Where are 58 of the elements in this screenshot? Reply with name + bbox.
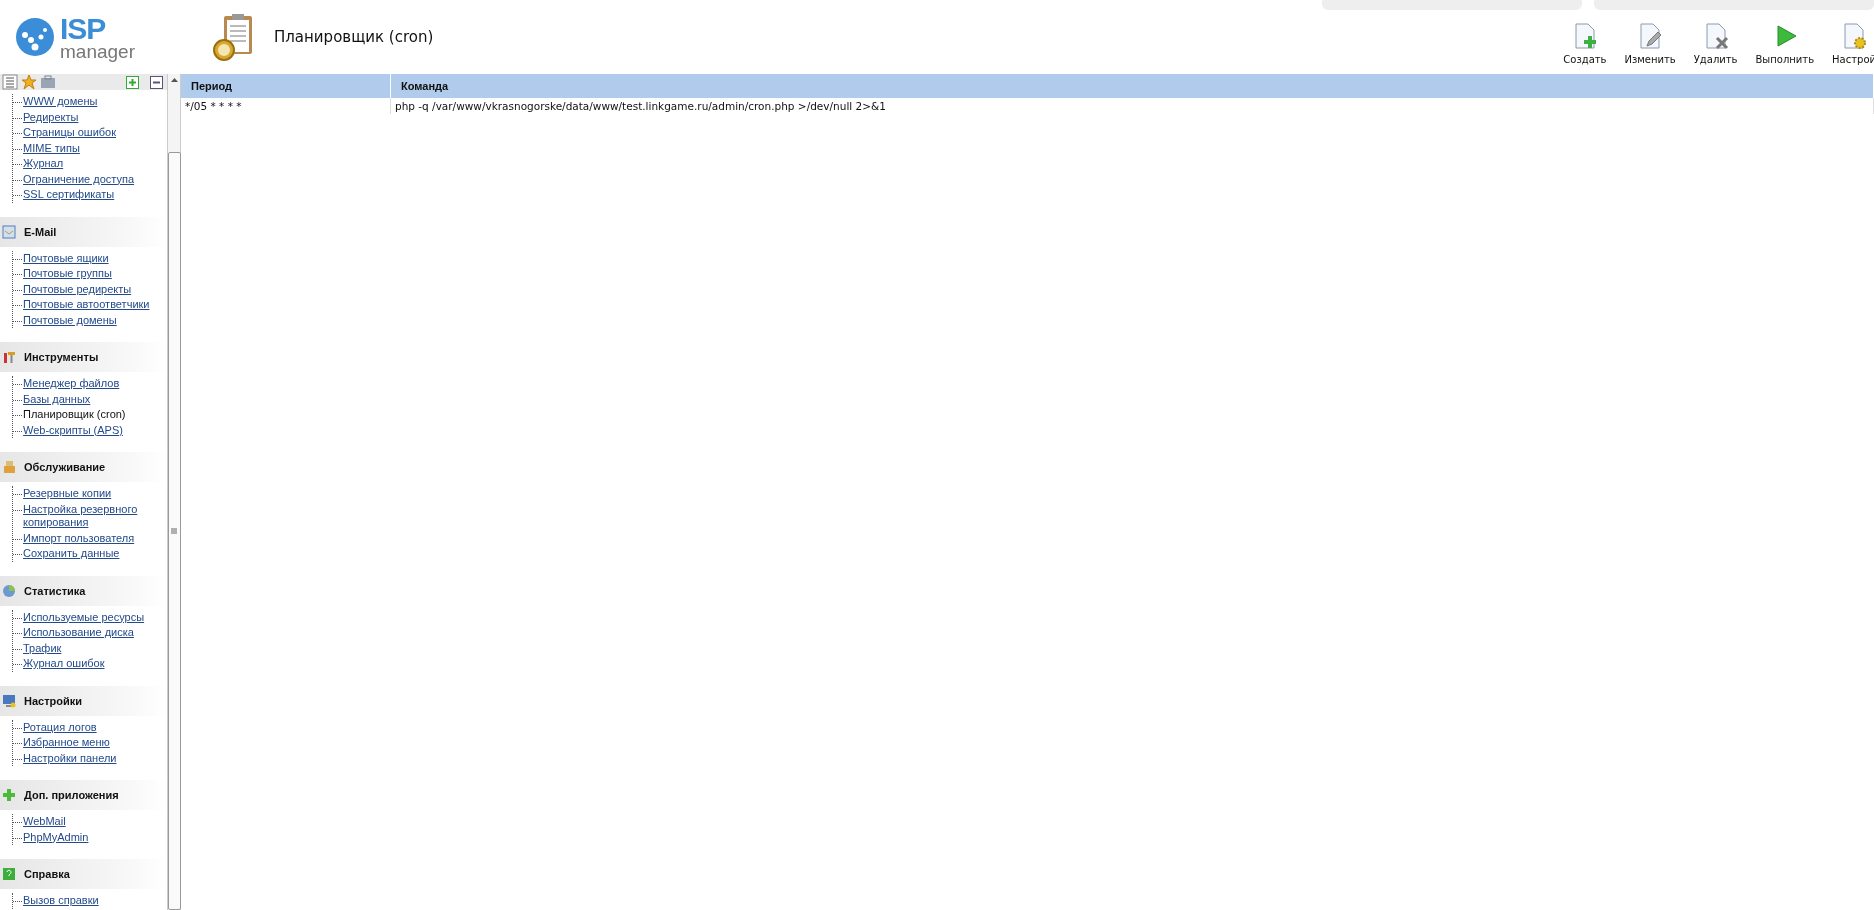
collapse-icon[interactable] — [150, 75, 163, 89]
expand-icon[interactable] — [126, 75, 139, 89]
table-cell: */05 * * * * — [181, 98, 391, 114]
sidebar-item[interactable]: Почтовые домены — [23, 312, 117, 328]
star-icon[interactable] — [21, 74, 37, 90]
settings-icon — [1841, 22, 1868, 50]
sidebar-item[interactable]: WebMail — [23, 814, 66, 830]
sidebar-item[interactable]: Web-скрипты (APS) — [23, 422, 123, 438]
sidebar-item[interactable]: Почтовые автоответчики — [23, 297, 150, 313]
sidebar-item[interactable]: Настройка резервного копирования — [23, 501, 167, 531]
sidebar-item[interactable]: PhpMyAdmin — [23, 829, 89, 845]
briefcase-icon[interactable] — [40, 74, 56, 90]
toolbar-button[interactable]: Удалить — [1687, 22, 1744, 65]
column-header[interactable]: Команда — [390, 74, 1874, 98]
column-header[interactable]: Период — [181, 74, 391, 98]
toolbar-button[interactable]: Выполнить — [1749, 22, 1821, 65]
logo-subtitle: manager — [60, 41, 135, 61]
sidebar-item[interactable]: Вызов справки — [23, 893, 99, 909]
sidebar-item[interactable]: Почтовые редиректы — [23, 281, 132, 297]
sidebar-item[interactable]: Импорт пользователя — [23, 530, 135, 546]
tools-icon — [2, 350, 16, 364]
pie-chart-icon — [2, 583, 16, 598]
sidebar-item[interactable]: Редиректы — [23, 109, 79, 125]
page-title: Планировщик (cron) — [274, 28, 434, 46]
toolbar-button[interactable]: Создать — [1557, 22, 1613, 65]
sidebar-item[interactable]: Планировщик (cron) — [23, 407, 126, 423]
sidebar-item[interactable]: Менеджер файлов — [23, 376, 120, 392]
logo-icon — [16, 18, 54, 56]
plus-icon — [2, 788, 16, 802]
sidebar-item[interactable]: Базы данных — [23, 391, 91, 407]
sidebar-item[interactable]: Резервные копии — [23, 486, 112, 502]
logo-text: ISP — [60, 13, 107, 44]
help-icon — [2, 867, 16, 881]
sidebar-item[interactable]: Сохранить данные — [23, 546, 120, 562]
monitor-icon — [2, 693, 16, 708]
sidebar-item[interactable]: Используемые ресурсы — [23, 609, 145, 625]
sidebar-item[interactable]: Почтовые группы — [23, 266, 112, 282]
scroll-up-icon[interactable] — [170, 78, 178, 82]
list-icon[interactable] — [2, 74, 18, 90]
sidebar-item[interactable]: Трафик — [23, 640, 62, 656]
sidebar-item[interactable]: Ротация логов — [23, 719, 97, 735]
sidebar-item[interactable]: Использование диска — [23, 625, 134, 641]
server-icon — [2, 460, 16, 474]
sidebar-item[interactable]: Журнал ошибок — [23, 656, 105, 672]
sidebar-item[interactable]: Избранное меню — [23, 735, 110, 751]
grip-icon — [171, 528, 177, 534]
mail-icon — [2, 224, 16, 239]
toolbar-button[interactable]: Изменить — [1618, 22, 1682, 65]
sidebar-item[interactable]: Журнал — [23, 156, 64, 172]
sidebar-item[interactable]: MIME типы — [23, 140, 80, 156]
sidebar-item[interactable]: SSL сертификаты — [23, 187, 115, 203]
sidebar-item[interactable]: Настройки панели — [23, 750, 117, 766]
sidebar-item[interactable]: WWW домены — [23, 94, 98, 110]
sidebar-item[interactable]: Страницы ошибок — [23, 125, 117, 141]
table-cell: php -q /var/www/vkrasnogorske/data/www/test.linkgame.ru/admin/cron.php >/dev/null 2>&1 — [390, 98, 1874, 114]
sidebar-item[interactable]: Ограничение доступа — [23, 171, 135, 187]
sidebar-item[interactable]: Почтовые ящики — [23, 250, 109, 266]
edit-document-icon — [1637, 22, 1664, 50]
